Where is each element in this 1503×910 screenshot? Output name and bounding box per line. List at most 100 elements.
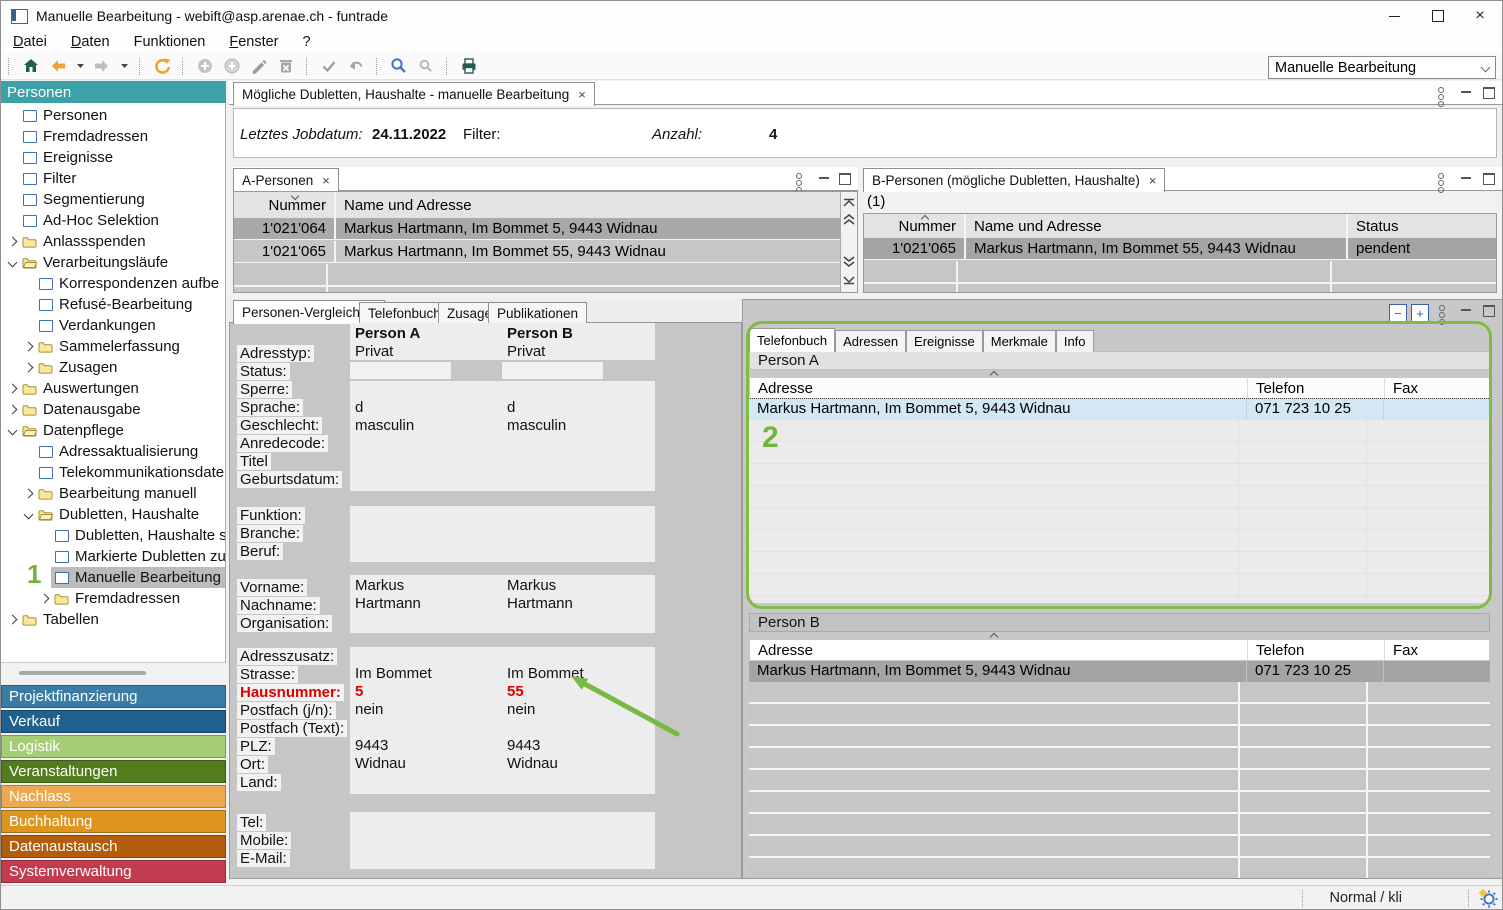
tree-item-adressaktualisierung[interactable]: Adressaktualisierung [1, 441, 226, 462]
sidebar-nav-datenaustausch[interactable]: Datenaustausch [1, 835, 226, 858]
add-special-button[interactable] [222, 56, 242, 76]
tree-item-dubletten-haushalte[interactable]: Dubletten, Haushalte [1, 504, 226, 525]
menu-funktionen[interactable]: Funktionen [134, 34, 206, 50]
tree-item-auswertungen[interactable]: Auswertungen [1, 378, 226, 399]
minimize-pane-icon[interactable] [817, 171, 831, 185]
table-row[interactable]: 1'021'065 Markus Hartmann, Im Bommet 55,… [864, 238, 1496, 260]
forward-button[interactable] [92, 56, 112, 76]
scroll-top-icon[interactable] [843, 198, 855, 207]
forward-history-button[interactable] [119, 56, 129, 76]
sidebar-nav-logistik[interactable]: Logistik [1, 735, 226, 758]
tree-item-dubletten-haushalte-s[interactable]: Dubletten, Haushalte s [1, 525, 226, 546]
column-header-telefon[interactable]: Telefon [1248, 640, 1385, 660]
column-header-status[interactable]: Status [1348, 214, 1496, 238]
menu-daten[interactable]: Daten [71, 34, 110, 50]
tab-detail-merkmale[interactable]: Merkmale [983, 330, 1056, 352]
minimize-pane-icon[interactable] [1459, 85, 1473, 99]
tree-item-fremdadressen-folder[interactable]: Fremdadressen [1, 588, 226, 609]
tree-item-zusagen[interactable]: Zusagen [1, 357, 226, 378]
link-icon[interactable] [1438, 87, 1444, 107]
tab-close-icon[interactable]: × [1149, 173, 1157, 188]
tab-detail-ereignisse[interactable]: Ereignisse [906, 330, 983, 352]
minimize-pane-icon[interactable] [1459, 171, 1473, 185]
chevron-right-icon[interactable] [24, 489, 34, 499]
undo-button[interactable] [346, 56, 366, 76]
add-button[interactable] [195, 56, 215, 76]
tab-detail-adressen[interactable]: Adressen [835, 330, 906, 352]
chevron-down-icon[interactable] [8, 258, 18, 268]
view-selector-dropdown[interactable]: Manuelle Bearbeitung [1268, 56, 1496, 79]
column-header-fax[interactable]: Fax [1385, 378, 1489, 398]
tree-item-verdankungen[interactable]: Verdankungen [1, 315, 226, 336]
search-button[interactable] [389, 56, 409, 76]
maximize-pane-icon[interactable] [1483, 173, 1495, 185]
column-header-telefon[interactable]: Telefon [1248, 378, 1385, 398]
sidebar-nav-systemverwaltung[interactable]: Systemverwaltung [1, 860, 226, 883]
collapse-all-icon[interactable]: − [1389, 304, 1407, 322]
maximize-pane-icon[interactable] [839, 173, 851, 185]
chevron-down-icon[interactable] [24, 510, 34, 520]
chevron-right-icon[interactable] [8, 237, 18, 247]
minimize-button[interactable] [1374, 1, 1414, 31]
tree-item-sammelerfassung[interactable]: Sammelerfassung [1, 336, 226, 357]
tab-detail-telefonbuch[interactable]: Telefonbuch [749, 328, 835, 352]
chevron-right-icon[interactable] [8, 384, 18, 394]
chevron-right-icon[interactable] [24, 363, 34, 373]
menu-fenster[interactable]: Fenster [229, 34, 278, 50]
column-header-name[interactable]: Name und Adresse [336, 192, 840, 218]
back-history-button[interactable] [75, 56, 85, 76]
column-header-adresse[interactable]: Adresse [750, 640, 1248, 660]
tab-a-personen[interactable]: A-Personen × [233, 168, 339, 192]
tree-item-datenpflege[interactable]: Datenpflege [1, 420, 226, 441]
tree-item-korrespondenzen[interactable]: Korrespondenzen aufbe [1, 273, 226, 294]
tree-item-tabellen[interactable]: Tabellen [1, 609, 226, 630]
table-row[interactable]: 1'021'064 Markus Hartmann, Im Bommet 5, … [234, 218, 840, 240]
print-button[interactable] [459, 56, 479, 76]
link-icon[interactable] [1438, 173, 1444, 193]
tree-item-bearbeitung-manuell[interactable]: Bearbeitung manuell [1, 483, 226, 504]
edit-button[interactable] [249, 56, 269, 76]
phonebook-a-row-selected[interactable]: Markus Hartmann, Im Bommet 5, 9443 Widna… [749, 399, 1490, 420]
tree-item-adhoc-selektion[interactable]: Ad-Hoc Selektion [1, 210, 226, 231]
refresh-button[interactable] [152, 56, 172, 76]
tab-moegliche-dubletten[interactable]: Mögliche Dubletten, Haushalte - manuelle… [233, 82, 595, 106]
tree-item-segmentierung[interactable]: Segmentierung [1, 189, 226, 210]
sidebar-nav-veranstaltungen[interactable]: Veranstaltungen [1, 760, 226, 783]
search-secondary-button[interactable] [416, 56, 436, 76]
delete-button[interactable] [276, 56, 296, 76]
menu-help[interactable]: ? [303, 34, 311, 50]
column-header-adresse[interactable]: Adresse [750, 378, 1248, 398]
expand-all-icon[interactable]: + [1411, 304, 1429, 322]
sidebar-nav-projektfinanzierung[interactable]: Projektfinanzierung [1, 685, 226, 708]
tab-close-icon[interactable]: × [322, 173, 330, 188]
phonebook-b-row-selected[interactable]: Markus Hartmann, Im Bommet 5, 9443 Widna… [749, 661, 1490, 682]
column-header-fax[interactable]: Fax [1385, 640, 1489, 660]
page-down-icon[interactable] [843, 256, 855, 267]
chevron-down-icon[interactable] [8, 426, 18, 436]
tree-item-anlassspenden[interactable]: Anlassspenden [1, 231, 226, 252]
table-row[interactable]: 1'021'065 Markus Hartmann, Im Bommet 55,… [234, 241, 840, 263]
column-header-nummer[interactable]: Nummer [234, 192, 336, 218]
confirm-button[interactable] [319, 56, 339, 76]
tree-horizontal-scrollbar[interactable] [19, 671, 146, 675]
tab-close-icon[interactable]: × [578, 87, 586, 102]
chevron-right-icon[interactable] [8, 405, 18, 415]
tree-item-verarbeitungslaeufe[interactable]: Verarbeitungsläufe [1, 252, 226, 273]
tree-item-fremdadressen[interactable]: Fremdadressen [1, 126, 226, 147]
tree-item-telekommunikationsdaten[interactable]: Telekommunikationsdate [1, 462, 226, 483]
chevron-right-icon[interactable] [40, 594, 50, 604]
sidebar-nav-verkauf[interactable]: Verkauf [1, 710, 226, 733]
column-header-nummer[interactable]: Nummer [864, 214, 966, 238]
minimize-pane-icon[interactable] [1459, 303, 1473, 317]
tab-telefonbuch[interactable]: Telefonbuch [359, 302, 450, 324]
close-button[interactable]: × [1460, 1, 1500, 31]
sidebar-nav-nachlass[interactable]: Nachlass [1, 785, 226, 808]
tree-item-personen[interactable]: Personen [1, 105, 226, 126]
page-up-icon[interactable] [843, 214, 855, 225]
chevron-right-icon[interactable] [24, 342, 34, 352]
chevron-right-icon[interactable] [8, 615, 18, 625]
tree-item-filter[interactable]: Filter [1, 168, 226, 189]
home-button[interactable] [21, 56, 41, 76]
maximize-pane-icon[interactable] [1483, 305, 1495, 317]
maximize-button[interactable] [1418, 1, 1458, 31]
